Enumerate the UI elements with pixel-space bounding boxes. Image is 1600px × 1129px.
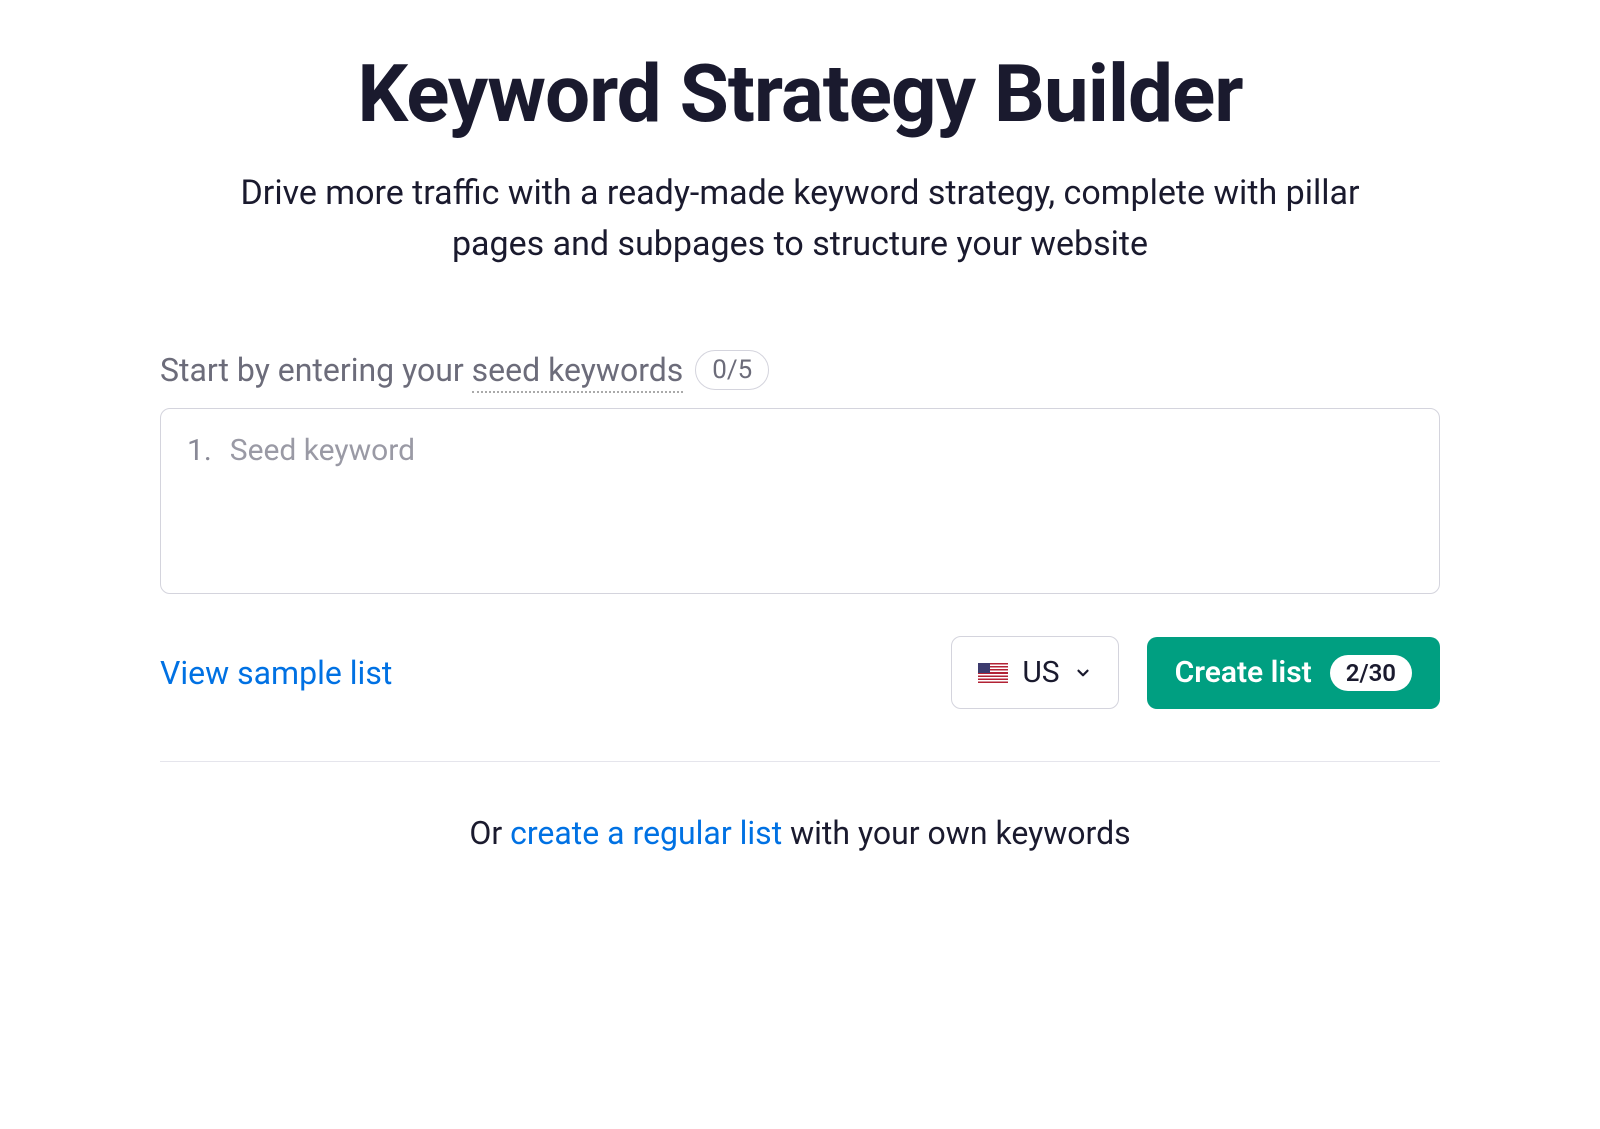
- form-label-prefix: Start by entering your: [160, 351, 472, 389]
- seed-keywords-input-box[interactable]: 1.: [160, 408, 1440, 594]
- seed-keyword-input[interactable]: [230, 433, 1413, 468]
- create-list-label: Create list: [1175, 655, 1312, 690]
- alt-prefix: Or: [469, 814, 510, 852]
- view-sample-link[interactable]: View sample list: [160, 654, 392, 692]
- right-actions: US Create list 2/30: [951, 636, 1440, 709]
- create-list-button[interactable]: Create list 2/30: [1147, 637, 1440, 709]
- actions-row: View sample list US Create list 2/30: [160, 636, 1440, 709]
- alt-suffix: with your own keywords: [782, 814, 1131, 852]
- us-flag-icon: [978, 663, 1008, 683]
- page-title: Keyword Strategy Builder: [160, 50, 1440, 138]
- country-code-label: US: [1022, 655, 1059, 690]
- seed-keywords-term[interactable]: seed keywords: [472, 351, 684, 393]
- create-regular-list-link[interactable]: create a regular list: [510, 814, 782, 852]
- page-subtitle: Drive more traffic with a ready-made key…: [240, 168, 1360, 270]
- chevron-down-icon: [1074, 664, 1092, 682]
- list-count-badge: 2/30: [1330, 655, 1412, 691]
- section-divider: [160, 761, 1440, 762]
- country-selector[interactable]: US: [951, 636, 1118, 709]
- form-label-row: Start by entering your seed keywords 0/5: [160, 350, 1440, 390]
- seed-count-badge: 0/5: [695, 350, 769, 390]
- alternative-row: Or create a regular list with your own k…: [160, 814, 1440, 852]
- form-section: Start by entering your seed keywords 0/5…: [160, 350, 1440, 852]
- main-container: Keyword Strategy Builder Drive more traf…: [160, 50, 1440, 852]
- seed-row-number: 1.: [187, 433, 212, 468]
- seed-input-row: 1.: [187, 433, 1413, 468]
- form-label: Start by entering your seed keywords: [160, 351, 683, 389]
